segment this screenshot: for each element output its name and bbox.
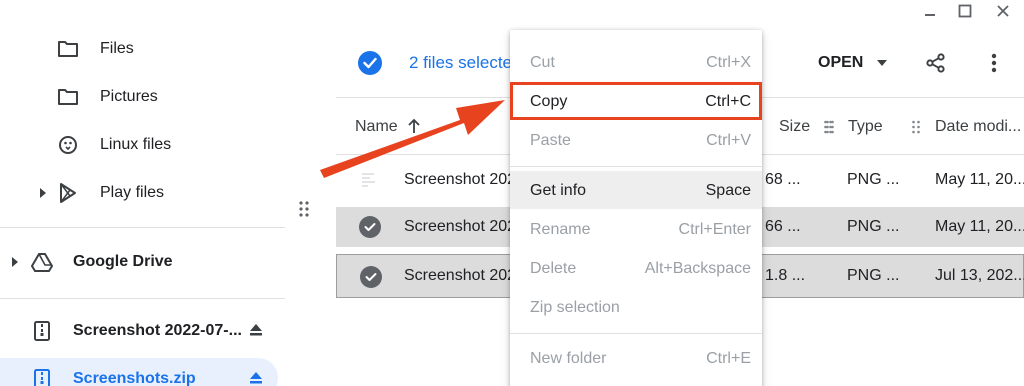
penguin-icon — [56, 133, 80, 157]
play-store-icon — [56, 181, 80, 205]
menu-item-cut[interactable]: Cut Ctrl+X — [510, 43, 762, 81]
minimize-icon — [925, 14, 935, 16]
file-date: May 11, 20... — [935, 171, 1024, 188]
more-vert-icon — [991, 53, 997, 73]
file-type: PNG ... — [847, 171, 900, 188]
menu-item-shortcut: Ctrl+Enter — [678, 221, 751, 238]
open-button[interactable]: OPEN — [818, 50, 888, 76]
menu-item-label: Rename — [530, 221, 591, 238]
context-menu: Cut Ctrl+X Copy Ctrl+C Paste Ctrl+V Get … — [510, 30, 762, 386]
column-resize-icon[interactable] — [911, 120, 921, 134]
sidebar-item-play-files[interactable]: Play files — [56, 173, 276, 213]
sort-ascending-icon[interactable] — [408, 118, 420, 134]
sidebar-item-linux-files[interactable]: Linux files — [56, 125, 276, 165]
open-button-label: OPEN — [818, 54, 864, 71]
row-selected-check-icon[interactable] — [359, 216, 381, 238]
sidebar-item-pictures[interactable]: Pictures — [56, 77, 276, 117]
menu-separator — [510, 333, 762, 334]
file-size: 66 ... — [765, 218, 801, 235]
folder-icon — [56, 85, 80, 109]
menu-item-paste[interactable]: Paste Ctrl+V — [510, 121, 762, 159]
file-size: 1.8 ... — [765, 267, 806, 284]
column-header-type[interactable]: Type — [848, 118, 883, 136]
zip-icon — [30, 367, 54, 386]
sidebar-item-files[interactable]: Files — [56, 29, 276, 69]
menu-item-shortcut: Space — [705, 182, 751, 199]
sidebar-item-label: Screenshots.zip — [73, 370, 196, 386]
menu-item-shortcut: Ctrl+C — [705, 93, 751, 110]
file-date: Jul 13, 202... — [935, 267, 1024, 284]
sidebar-item-label: Files — [100, 40, 134, 57]
menu-item-zip-selection[interactable]: Zip selection — [510, 288, 762, 326]
file-type: PNG ... — [847, 218, 900, 235]
sidebar-item-google-drive[interactable]: Google Drive — [30, 242, 270, 282]
menu-separator — [510, 166, 762, 167]
menu-item-label: Zip selection — [530, 299, 620, 316]
share-button[interactable] — [923, 50, 949, 76]
more-options-button[interactable] — [981, 50, 1007, 76]
menu-item-delete[interactable]: Delete Alt+Backspace — [510, 249, 762, 287]
menu-item-copy[interactable]: Copy Ctrl+C — [510, 82, 762, 120]
menu-item-label: Paste — [530, 132, 571, 149]
close-icon — [997, 5, 1009, 17]
menu-item-shortcut: Ctrl+E — [706, 350, 751, 367]
sidebar-item-label: Google Drive — [73, 253, 173, 270]
sidebar-item-label: Pictures — [100, 88, 158, 105]
file-date: May 11, 20... — [935, 218, 1024, 235]
column-header-date[interactable]: Date modi... — [935, 118, 1021, 136]
google-drive-icon — [30, 250, 54, 274]
row-selected-check-icon[interactable] — [360, 266, 382, 288]
column-resize-icon[interactable] — [825, 120, 835, 134]
file-thumbnail-icon — [358, 169, 380, 191]
file-name: Screenshot 202 — [404, 171, 517, 188]
sidebar-item-label: Play files — [100, 184, 165, 201]
menu-item-label: Get info — [530, 182, 587, 199]
maximize-button[interactable] — [953, 0, 977, 22]
file-size: 68 ... — [765, 171, 801, 188]
expand-arrow-icon[interactable] — [38, 188, 48, 198]
eject-icon[interactable] — [249, 371, 263, 385]
menu-item-rename[interactable]: Rename Ctrl+Enter — [510, 210, 762, 248]
eject-icon[interactable] — [249, 323, 263, 337]
menu-item-shortcut: Ctrl+V — [706, 132, 751, 149]
maximize-icon — [958, 4, 972, 18]
dropdown-arrow-icon — [877, 60, 888, 66]
menu-item-label: Delete — [530, 260, 577, 277]
menu-item-shortcut: Alt+Backspace — [644, 260, 751, 277]
menu-item-label: Copy — [530, 93, 568, 110]
sidebar-divider — [0, 227, 285, 228]
menu-item-label: New folder — [530, 350, 607, 367]
check-icon — [363, 57, 377, 69]
file-type: PNG ... — [847, 267, 900, 284]
sidebar-item-screenshots-zip[interactable]: Screenshots.zip — [30, 359, 270, 386]
sidebar-item-screenshot-zip[interactable]: Screenshot 2022-07-... — [30, 311, 270, 351]
expand-arrow-icon[interactable] — [10, 257, 20, 267]
sidebar-item-label: Screenshot 2022-07-... — [73, 322, 242, 339]
file-name: Screenshot 202 — [404, 218, 517, 235]
zip-icon — [30, 319, 54, 343]
minimize-button[interactable] — [918, 0, 942, 22]
sidebar-divider — [0, 298, 285, 299]
sidebar-resize-handle[interactable] — [297, 200, 311, 218]
share-icon — [926, 53, 945, 73]
menu-item-new-folder[interactable]: New folder Ctrl+E — [510, 339, 762, 377]
selection-count-label: 2 files selecte — [409, 53, 512, 72]
menu-item-label: Cut — [530, 54, 555, 71]
menu-item-get-info[interactable]: Get info Space — [510, 171, 762, 209]
menu-item-shortcut: Ctrl+X — [706, 54, 751, 71]
column-header-name[interactable]: Name — [355, 118, 398, 136]
column-header-size[interactable]: Size — [779, 118, 810, 136]
file-name: Screenshot 202 — [404, 267, 517, 284]
close-button[interactable] — [991, 0, 1015, 22]
sidebar-item-label: Linux files — [100, 136, 172, 153]
folder-icon — [56, 37, 80, 61]
deselect-all-button[interactable] — [358, 51, 382, 75]
sidebar: Files Pictures Linux files Play files Go… — [0, 0, 285, 386]
